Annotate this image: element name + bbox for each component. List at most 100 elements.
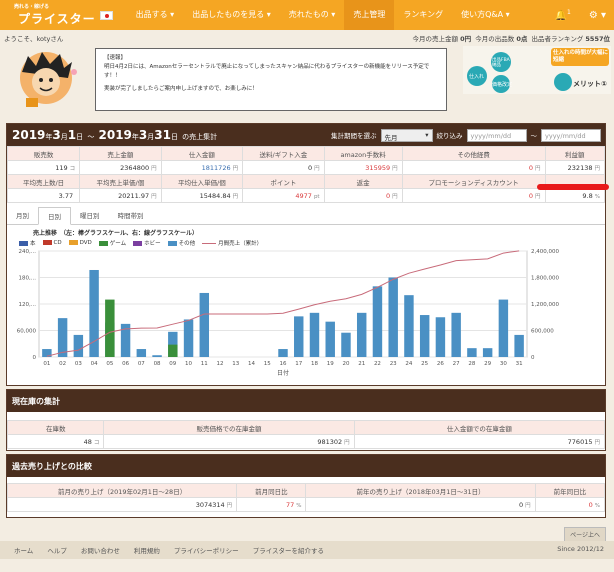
footer-help[interactable]: ヘルプ (47, 545, 67, 555)
y2-tick-label: 2,400,000 (531, 249, 559, 255)
date-to-input[interactable]: yyyy/mm/dd (541, 128, 601, 142)
page-up-button[interactable]: ページ上へ (564, 527, 606, 542)
compare-table: 前月の売り上げ（2019年02月1日〜28日） 前月同日比 前年の売り上げ（2018… (6, 483, 606, 512)
banner-merit: メリット① (573, 80, 607, 88)
x-tick-label: 02 (59, 361, 66, 367)
y2-tick-label: 1,200,000 (531, 302, 559, 308)
summary-panel: 2019年3月1日 〜 2019年3月31日 の売上集計 集計期間を選ぶ 先月 … (6, 123, 606, 386)
sales-chart: 240,... 2,400,000 180,... 1,800,000 120,... 1… (17, 249, 560, 377)
feature-banner[interactable]: 仕入れの時間が大幅に短縮 メリット① 仕入れ 出品FBA納品 価格改定 (463, 46, 611, 94)
footer-contact[interactable]: お問い合わせ (81, 545, 120, 555)
footer-privacy[interactable]: プライバシーポリシー (174, 545, 239, 555)
x-tick-label: 30 (500, 361, 507, 367)
legend-item-5[interactable]: その他 (167, 239, 195, 247)
top-nav: 売れる・稼げる プライスター 出品する ▾ 出品したものを見る ▾ 売れたもの … (0, 0, 614, 30)
japan-flag-icon[interactable] (99, 10, 113, 20)
x-tick-label: 15 (264, 361, 271, 367)
bar-other (419, 315, 430, 357)
legend-item-6[interactable]: 月間売上（累計） (202, 239, 262, 247)
x-tick-label: 13 (232, 361, 239, 367)
notice-line1: 明日4月2日には、Amazonセラーセントラルで廃止になってしまったスキャン納品… (104, 64, 430, 79)
chart-title: 売上推移 （左：棒グラフスケール、右：線グラフスケール） (33, 230, 199, 237)
summary-table: 販売数 売上金額 仕入金額 送料/ギフト入金 amazon手数料 その他経費 利益額 119… (6, 146, 606, 203)
x-tick-label: 16 (280, 361, 287, 367)
x-tick-label: 10 (185, 361, 192, 367)
notice-box: 【速報】 明日4月2日には、Amazonセラーセントラルで廃止になってしまったス… (95, 48, 447, 111)
x-tick-label: 06 (122, 361, 129, 367)
x-tick-label: 05 (106, 361, 113, 367)
nav-sales[interactable]: 売上管理 (344, 0, 395, 30)
tab-monthly[interactable]: 月別 (7, 207, 38, 224)
x-tick-label: 25 (421, 361, 428, 367)
bar-other (451, 312, 461, 357)
label-lbl2-3: ポイント (242, 174, 325, 189)
period-label: 集計期間を選ぶ (331, 132, 377, 140)
gear-icon[interactable]: ⚙ ▾ (589, 10, 606, 21)
mascot-image (20, 52, 77, 107)
value-sval-0: 48 コ (6, 434, 105, 449)
legend-item-4[interactable]: ホビー (133, 239, 161, 247)
bar-other (278, 349, 288, 357)
x-tick-label: 21 (358, 361, 365, 367)
bell-icon[interactable]: 🔔1 (555, 9, 571, 21)
label-lbl1-5: その他経費 (401, 146, 546, 161)
x-tick-label: 20 (342, 361, 349, 367)
x-tick-label: 23 (390, 361, 397, 367)
footer-terms[interactable]: 利用規約 (134, 545, 160, 555)
value-val1-2: 1811726 円 (160, 160, 244, 175)
date-from-input[interactable]: yyyy/mm/dd (466, 128, 527, 142)
tab-weekday[interactable]: 曜日別 (71, 207, 109, 224)
value-val2-0: 3.77 (6, 188, 81, 203)
footer-home[interactable]: ホーム (14, 545, 33, 555)
label-lbl1-2: 仕入金額 (160, 146, 244, 161)
bar-other (482, 348, 493, 357)
x-tick-label: 31 (516, 361, 523, 367)
value-val2-4: 0円 (323, 188, 403, 203)
tab-hourly[interactable]: 時間帯別 (109, 207, 153, 224)
x-tick-label: 08 (154, 361, 161, 367)
y-tick-label: 0 (33, 355, 37, 361)
label-slbl-0: 在庫数 (6, 420, 105, 435)
period-select[interactable]: 先月 (380, 128, 433, 142)
x-tick-label: 03 (75, 361, 82, 367)
label-lbl2-0: 平均売上数/日 (6, 174, 81, 189)
y-tick-label: 120,... (19, 302, 37, 308)
stock-table: 在庫数 販売価格での在庫金額 仕入金額での在庫金額 48 コ 981302 円 776015… (6, 420, 606, 449)
nav-list[interactable]: 出品する ▾ (127, 0, 184, 30)
value-val1-4: 315959 円 (323, 160, 403, 175)
label-slbl-2: 仕入金額での在庫金額 (353, 420, 606, 435)
nav-ranking[interactable]: ランキング (394, 0, 452, 30)
subbar: ようこそ、kotyさん 今月の売上金額 0円 今月の出品数 0点 出品者ランキン… (0, 30, 614, 44)
bar-other (498, 299, 509, 357)
banner-title: 仕入れの時間が大幅に短縮 (553, 50, 609, 63)
x-tick-label: 01 (43, 361, 50, 367)
logo-tagline: 売れる・稼げる (14, 4, 50, 10)
bar-other (294, 316, 304, 357)
label-lbl1-4: amazon手数料 (323, 146, 403, 161)
logo[interactable]: 売れる・稼げる プライスター (4, 4, 96, 27)
label-lbl1-1: 売上金額 (79, 146, 162, 161)
value-sval-2: 776015 円 (353, 434, 606, 449)
value-val1-0: 119 コ (6, 160, 81, 175)
footer: ホーム ヘルプ お問い合わせ 利用規約 プライバシーポリシー プライスターを紹介… (0, 541, 614, 559)
y2-tick-label: 0 (531, 355, 535, 361)
bar-other (325, 321, 335, 357)
nav-sold[interactable]: 売れたもの ▾ (280, 0, 345, 30)
x-tick-label: 27 (453, 361, 460, 367)
nav-listed[interactable]: 出品したものを見る ▾ (183, 0, 280, 30)
label-lbl2-5: プロモーションディスカウント (401, 174, 546, 189)
tab-daily[interactable]: 日別 (38, 207, 71, 225)
footer-refer[interactable]: プライスターを紹介する (253, 545, 324, 555)
legend-item-3[interactable]: ゲーム (98, 239, 126, 247)
bar-other (89, 269, 99, 357)
banner-c: 価格改定 (492, 82, 513, 88)
value-val2-3: 4977 pt (242, 188, 325, 203)
bar-other (199, 292, 210, 357)
label-lbl1-0: 販売数 (6, 146, 81, 161)
legend-item-1[interactable]: CD (42, 240, 62, 246)
nav-help[interactable]: 使い方Q&A ▾ (452, 0, 519, 30)
legend-item-0[interactable]: 本 (19, 239, 36, 247)
legend-item-2[interactable]: DVD (68, 240, 92, 246)
value-val1-6: 232138 円 (544, 160, 606, 175)
value-cval-3: 0% (534, 497, 606, 512)
